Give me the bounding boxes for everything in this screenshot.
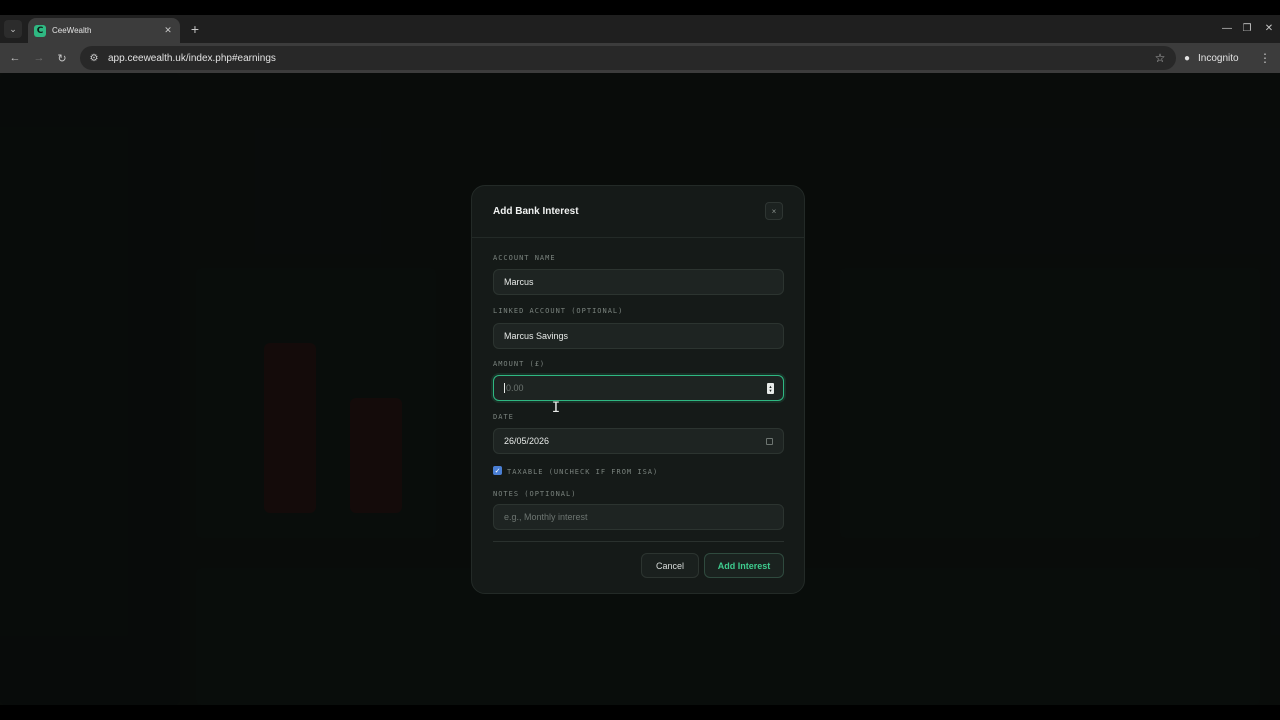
forward-arrow-icon[interactable]: → <box>30 49 48 67</box>
minimize-icon[interactable]: — <box>1218 19 1236 37</box>
incognito-icon: ● <box>1183 52 1191 64</box>
modal-title: Add Bank Interest <box>493 206 579 217</box>
linked-account-input[interactable]: Marcus Savings <box>493 323 784 349</box>
modal-footer-divider <box>493 541 784 542</box>
url-text[interactable]: app.ceewealth.uk/index.php#earnings <box>108 53 1152 64</box>
notes-input[interactable]: e.g., Monthly interest <box>493 504 784 530</box>
amount-label: AMOUNT (£) <box>493 360 546 368</box>
new-tab-button[interactable]: + <box>186 20 204 38</box>
text-cursor-icon: I <box>551 400 561 416</box>
back-arrow-icon[interactable]: ← <box>6 49 24 67</box>
add-interest-button[interactable]: Add Interest <box>704 553 784 578</box>
account-name-label: ACCOUNT NAME <box>493 254 556 262</box>
account-name-input[interactable]: Marcus <box>493 269 784 295</box>
account-name-value: Marcus <box>504 277 534 287</box>
modal-header: Add Bank Interest × <box>472 186 804 238</box>
browser-tab-active[interactable]: C CeeWealth ✕ <box>28 18 180 43</box>
add-bank-interest-modal: Add Bank Interest × ACCOUNT NAME Marcus … <box>471 185 805 594</box>
screen-bottom-bar <box>0 705 1280 720</box>
calendar-icon[interactable] <box>766 438 773 445</box>
amount-placeholder: 0.00 <box>506 383 524 393</box>
window-close-icon[interactable]: ✕ <box>1260 19 1278 37</box>
bookmark-star-icon[interactable]: ☆ <box>1152 51 1168 65</box>
amount-input[interactable]: 0.00 ▲ ▼ <box>493 375 784 401</box>
incognito-label: Incognito <box>1198 52 1239 64</box>
tab-strip: ⌄ C CeeWealth ✕ + — ❐ ✕ <box>0 15 1280 43</box>
text-caret <box>504 383 505 393</box>
favicon-icon: C <box>34 24 46 37</box>
taxable-checkbox[interactable]: ✓ <box>493 466 502 475</box>
date-label: DATE <box>493 413 514 421</box>
incognito-indicator[interactable]: ● Incognito <box>1180 46 1239 70</box>
browser-chrome: ⌄ C CeeWealth ✕ + — ❐ ✕ ← → ↻ ⚙ app.ceew… <box>0 15 1280 73</box>
notes-placeholder: e.g., Monthly interest <box>504 512 588 522</box>
linked-account-label: LINKED ACCOUNT (OPTIONAL) <box>493 307 624 315</box>
tab-title: CeeWealth <box>52 26 92 35</box>
reload-icon[interactable]: ↻ <box>53 49 71 67</box>
linked-account-value: Marcus Savings <box>504 331 569 341</box>
cancel-button[interactable]: Cancel <box>641 553 699 578</box>
close-icon[interactable]: × <box>765 202 783 220</box>
notes-label: NOTES (OPTIONAL) <box>493 490 577 498</box>
tab-close-icon[interactable]: ✕ <box>162 25 174 36</box>
date-value: 26/05/2026 <box>504 436 550 446</box>
browser-menu-icon[interactable]: ⋮ <box>1256 49 1274 67</box>
taxable-label[interactable]: TAXABLE (UNCHECK IF FROM ISA) <box>507 468 658 476</box>
browser-toolbar: ← → ↻ ⚙ app.ceewealth.uk/index.php#earni… <box>0 43 1280 73</box>
date-input[interactable]: 26/05/2026 <box>493 428 784 454</box>
number-spinner-icon[interactable]: ▲ ▼ <box>767 383 774 394</box>
address-bar[interactable]: ⚙ app.ceewealth.uk/index.php#earnings ☆ <box>80 46 1176 70</box>
restore-icon[interactable]: ❐ <box>1238 19 1256 37</box>
tab-search-button[interactable]: ⌄ <box>4 20 22 38</box>
site-info-icon[interactable]: ⚙ <box>88 53 100 64</box>
